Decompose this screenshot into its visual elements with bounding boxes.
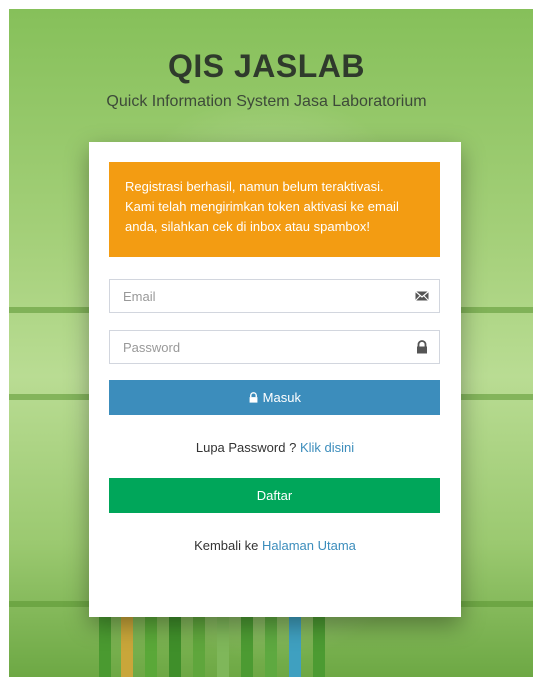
alert-line: anda, silahkan cek di inbox atau spambox… bbox=[125, 219, 370, 234]
forgot-password-line: Lupa Password ? Klik disini bbox=[89, 440, 461, 455]
login-card: Registrasi berhasil, namun belum terakti… bbox=[89, 142, 461, 617]
lock-icon bbox=[415, 340, 429, 354]
register-button[interactable]: Daftar bbox=[109, 478, 440, 513]
email-input[interactable] bbox=[110, 280, 413, 312]
alert-warning: Registrasi berhasil, namun belum terakti… bbox=[109, 162, 440, 257]
background-tube bbox=[241, 607, 253, 677]
background-tube bbox=[121, 607, 133, 677]
password-field bbox=[109, 330, 440, 364]
background-tube bbox=[169, 607, 181, 677]
forgot-password-text: Lupa Password ? bbox=[195, 440, 300, 455]
background-tube bbox=[145, 607, 157, 677]
page-subtitle: Quick Information System Jasa Laboratori… bbox=[106, 93, 427, 110]
home-link[interactable]: Halaman Utama bbox=[262, 538, 356, 553]
back-home-line: Kembali ke Halaman Utama bbox=[89, 538, 461, 553]
background-tube bbox=[99, 607, 111, 677]
background-tube bbox=[313, 607, 325, 677]
background-tube bbox=[289, 607, 301, 677]
password-input[interactable] bbox=[110, 331, 413, 363]
alert-line: Registrasi berhasil, namun belum terakti… bbox=[125, 179, 384, 194]
forgot-password-link[interactable]: Klik disini bbox=[300, 440, 354, 455]
alert-line: Kami telah mengirimkan token aktivasi ke… bbox=[125, 199, 399, 214]
email-field bbox=[109, 279, 440, 313]
envelope-icon bbox=[415, 289, 429, 303]
back-home-text: Kembali ke bbox=[194, 538, 262, 553]
login-button-label: Masuk bbox=[262, 390, 301, 405]
background-tube bbox=[265, 607, 277, 677]
background-tube bbox=[193, 607, 205, 677]
lock-icon bbox=[248, 390, 263, 405]
page-title: QIS JASLAB bbox=[167, 48, 366, 84]
login-button[interactable]: Masuk bbox=[109, 380, 440, 415]
background-tube bbox=[217, 607, 229, 677]
